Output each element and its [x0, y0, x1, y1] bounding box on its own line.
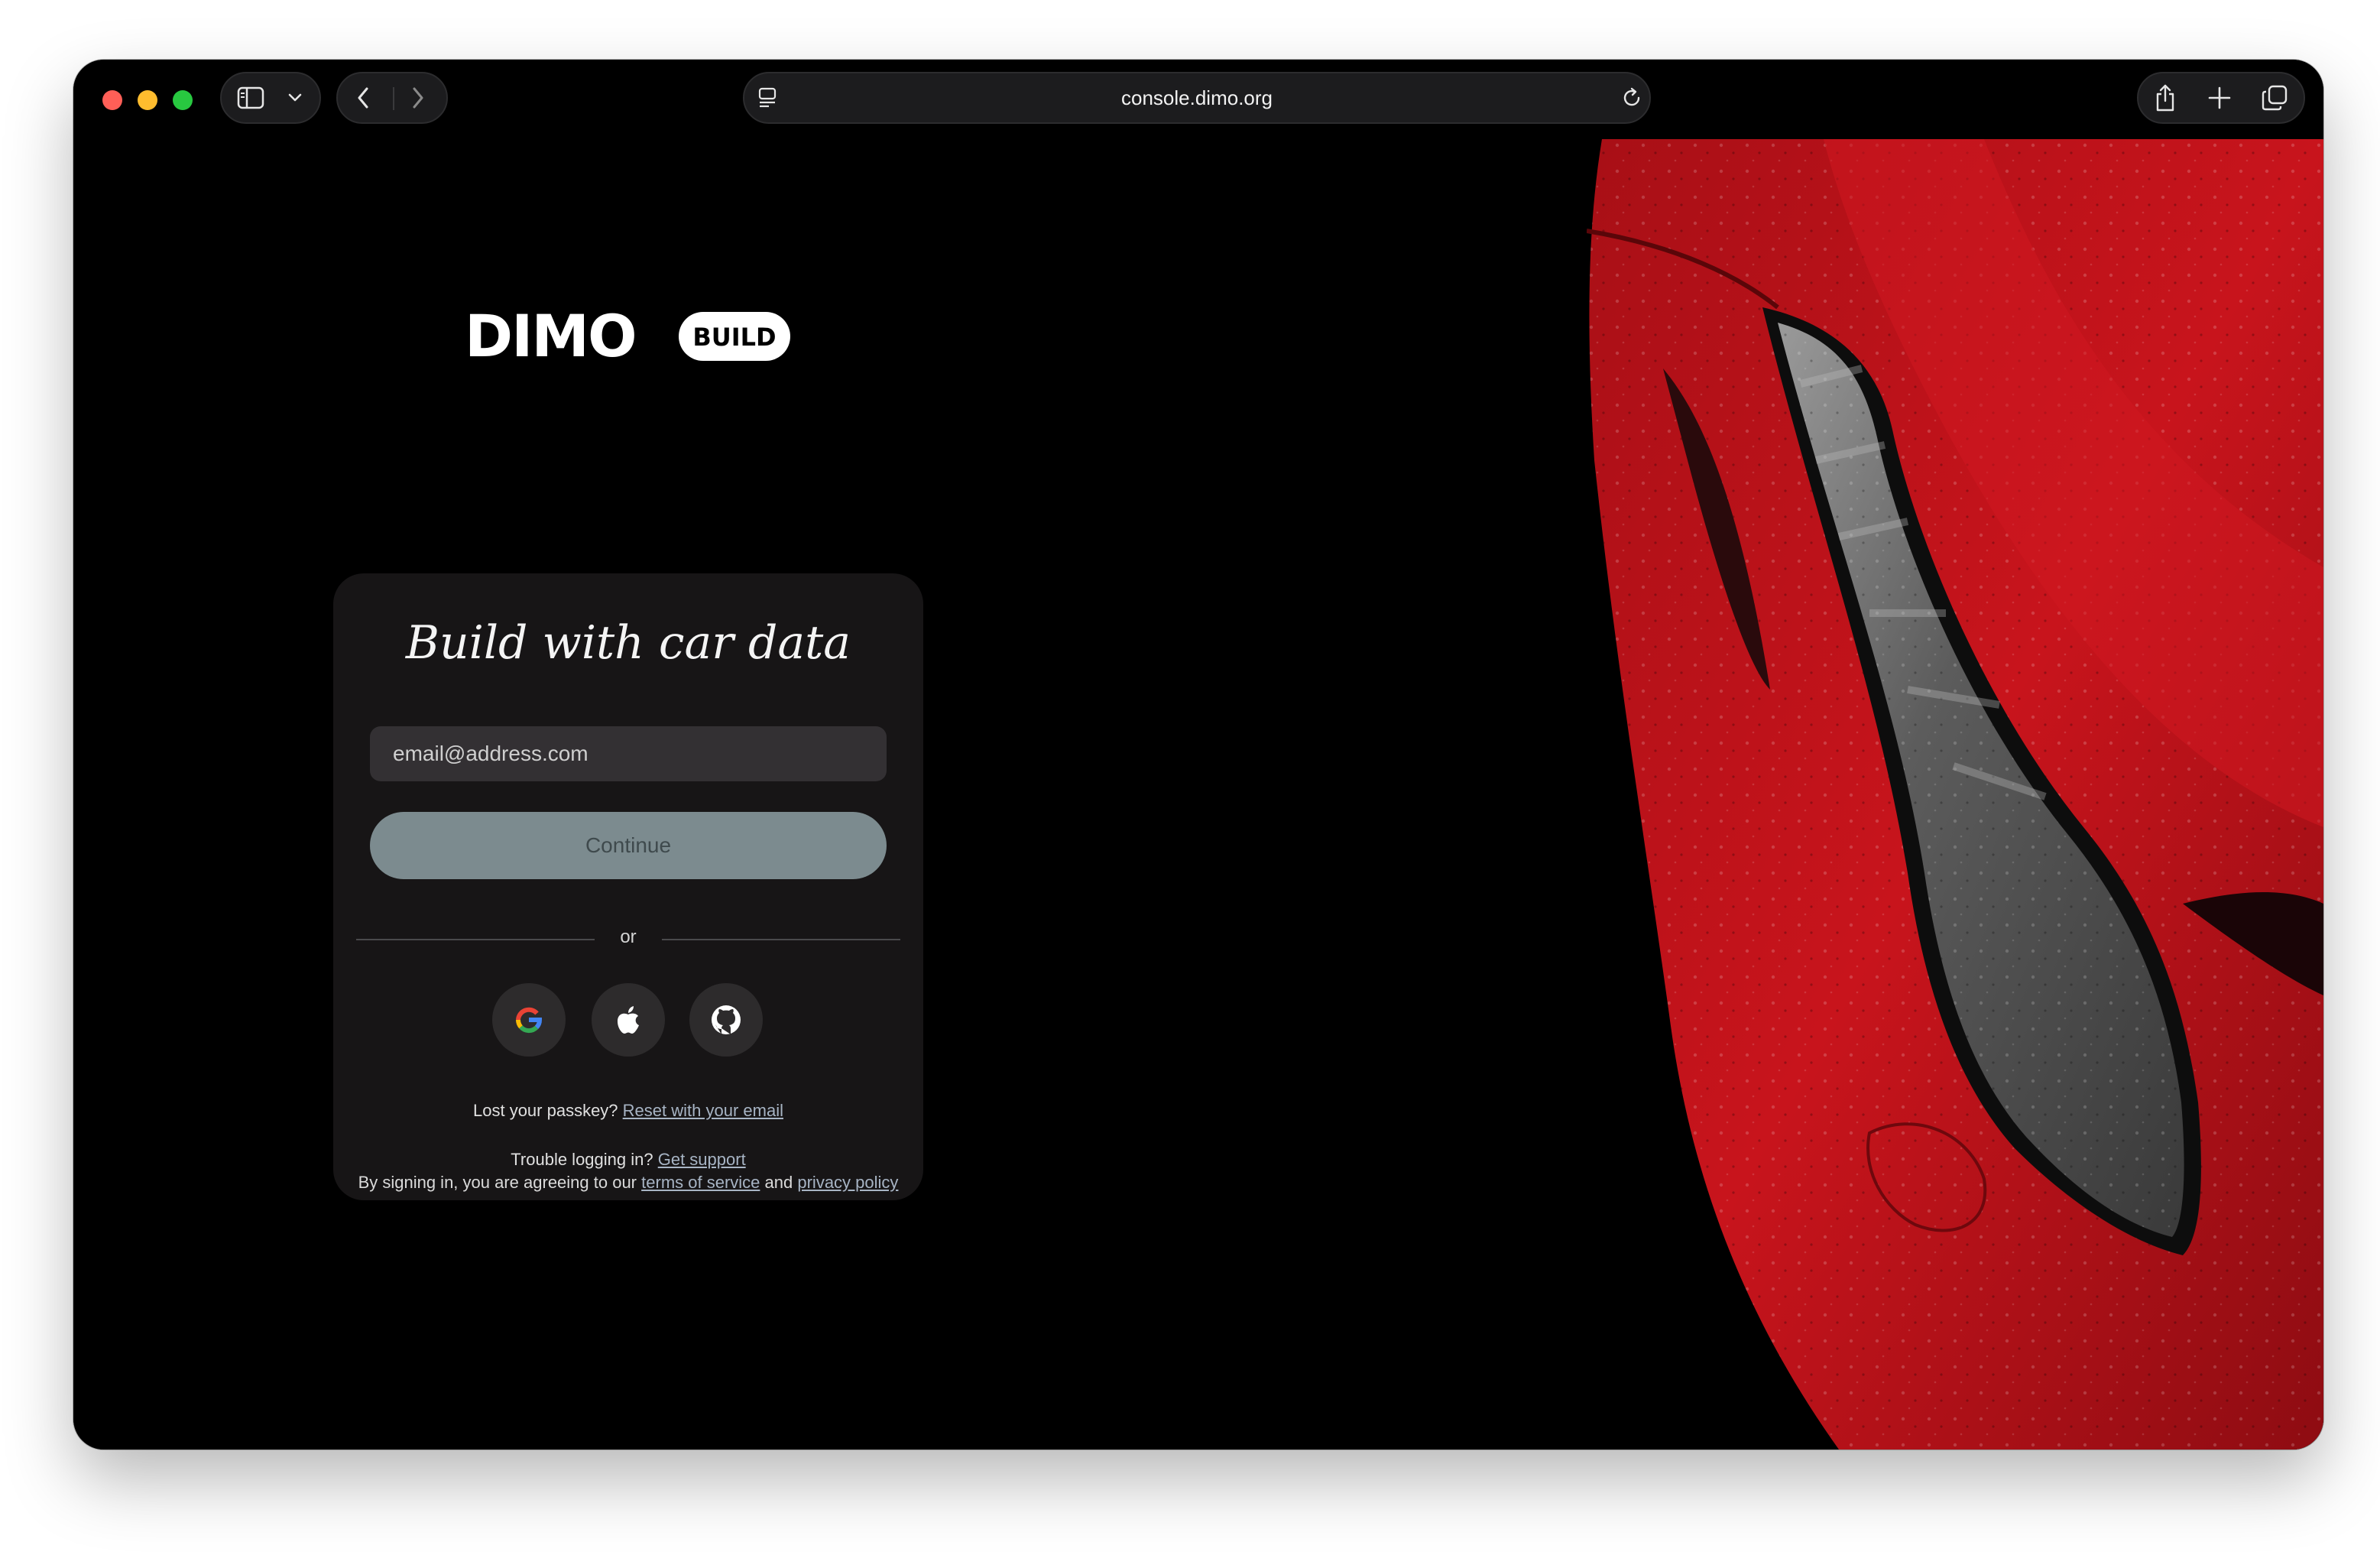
nav-divider	[393, 87, 394, 110]
plus-icon[interactable]	[2207, 86, 2232, 110]
legal-and: and	[764, 1173, 793, 1192]
logo-text: DIMO	[465, 307, 636, 368]
browser-toolbar: console.dimo.org	[73, 60, 2323, 139]
maximize-window-button[interactable]	[173, 90, 193, 110]
url-text[interactable]: console.dimo.org	[744, 73, 1649, 122]
apple-icon	[618, 1006, 639, 1034]
terms-link[interactable]: terms of service	[641, 1173, 760, 1192]
page-content: DIMO BUILD Build with car data Continue …	[73, 139, 2323, 1449]
apple-login-button[interactable]	[592, 983, 665, 1057]
continue-button[interactable]: Continue	[370, 812, 887, 879]
tab-overview-icon[interactable]	[2261, 84, 2288, 112]
minimize-window-button[interactable]	[138, 90, 157, 110]
legal-prefix: By signing in, you are agreeing to our	[358, 1173, 637, 1192]
build-badge: BUILD	[692, 323, 776, 352]
sidebar-icon	[237, 86, 264, 109]
get-support-link[interactable]: Get support	[658, 1150, 746, 1169]
google-login-button[interactable]	[492, 983, 566, 1057]
legal-notice: By signing in, you are agreeing to our t…	[280, 1173, 977, 1193]
passkey-help: Lost your passkey? Reset with your email	[333, 1101, 923, 1121]
chevron-down-icon[interactable]	[287, 93, 303, 103]
login-card: Build with car data Continue or	[333, 573, 923, 1200]
browser-window: console.dimo.org DIMO BUILD Build with c…	[73, 60, 2323, 1449]
reload-icon[interactable]	[1622, 86, 1643, 109]
github-icon	[712, 1005, 741, 1034]
trouble-prompt: Trouble logging in?	[511, 1150, 653, 1169]
reset-email-link[interactable]: Reset with your email	[623, 1101, 783, 1120]
toolbar-actions	[2137, 72, 2305, 124]
github-login-button[interactable]	[689, 983, 763, 1057]
support-help: Trouble logging in? Get support	[333, 1150, 923, 1170]
sidebar-toggle-button[interactable]	[220, 72, 321, 124]
divider-text: or	[620, 927, 637, 947]
share-icon[interactable]	[2154, 83, 2177, 112]
divider-line	[662, 939, 900, 940]
privacy-link[interactable]: privacy policy	[797, 1173, 898, 1192]
email-input[interactable]	[370, 726, 887, 781]
car-hero-image	[1587, 139, 2323, 1449]
navigation-buttons	[336, 72, 448, 124]
close-window-button[interactable]	[102, 90, 122, 110]
dimo-build-logo: DIMO BUILD	[465, 302, 793, 372]
chevron-right-icon[interactable]	[411, 86, 425, 109]
logo-mark: DIMO BUILD	[465, 302, 790, 370]
login-title: Build with car data	[405, 616, 851, 670]
red-car-illustration	[1587, 139, 2323, 1449]
address-bar[interactable]: console.dimo.org	[743, 72, 1651, 124]
chevron-left-icon[interactable]	[356, 86, 370, 109]
passkey-prompt: Lost your passkey?	[473, 1101, 618, 1120]
google-icon	[515, 1007, 543, 1034]
